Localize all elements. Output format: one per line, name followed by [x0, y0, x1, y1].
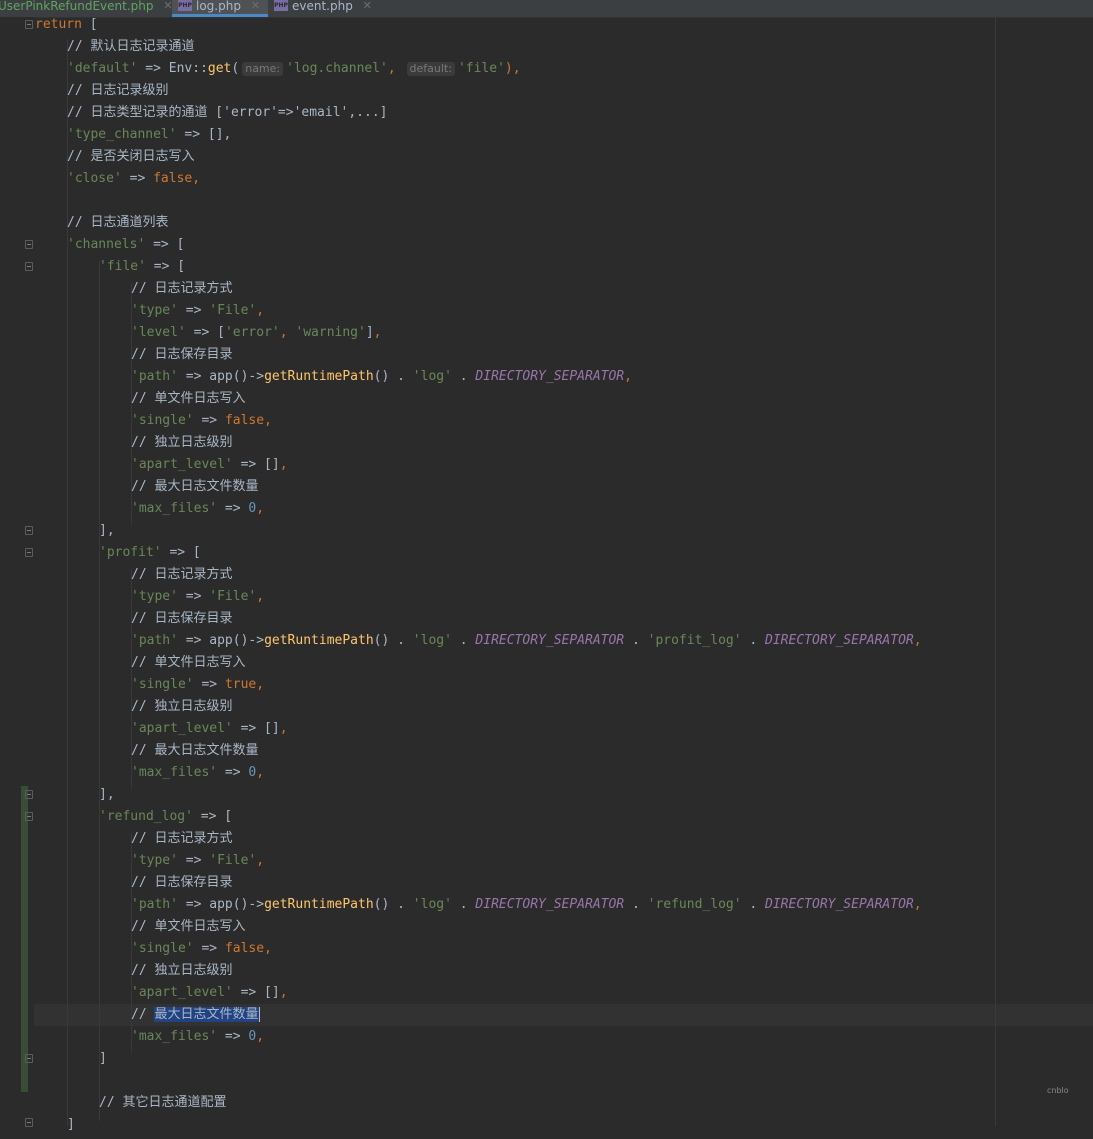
code-line: // 是否关闭日志写入 — [67, 149, 195, 164]
code-line: 'max_files' => 0, — [131, 1029, 265, 1044]
code-line: ], — [99, 787, 115, 802]
text-caret — [258, 1007, 260, 1022]
code-line: 'apart_level' => [], — [131, 457, 288, 472]
code-line: 'type_channel' => [], — [67, 127, 232, 142]
close-icon[interactable]: ✕ — [363, 0, 372, 12]
code-line: 'single' => false, — [131, 941, 272, 956]
code-line: 'path' => app()->getRuntimePath() . 'log… — [131, 369, 632, 384]
code-line: // 单文件日志写入 — [131, 391, 246, 406]
code-line: // 日志类型记录的通道 ['error'=>'email',...] — [67, 105, 388, 120]
code-line: // 独立日志级别 — [131, 699, 233, 714]
code-line: // 日志保存目录 — [131, 611, 233, 626]
code-line: 'path' => app()->getRuntimePath() . 'log… — [131, 633, 922, 648]
code-line: ], — [99, 523, 115, 538]
editor-gutter — [0, 17, 34, 1127]
editor-tab-bar: UserPinkRefundEvent.php ✕ PHP log.php ✕ P… — [0, 0, 1093, 18]
fold-icon[interactable] — [25, 812, 33, 821]
code-line: // 日志记录方式 — [131, 831, 233, 846]
php-file-icon: PHP — [274, 0, 288, 11]
code-line: // 独立日志级别 — [131, 963, 233, 978]
code-line: // 日志记录方式 — [131, 281, 233, 296]
indent-guide — [67, 39, 68, 1126]
code-line: 'refund_log' => [ — [99, 809, 233, 824]
watermark-text: cnblo — [1047, 1086, 1069, 1095]
code-line: // 日志记录方式 — [131, 567, 233, 582]
code-line: 'path' => app()->getRuntimePath() . 'log… — [131, 897, 922, 912]
vcs-change-marker — [21, 786, 28, 1072]
code-line: 'close' => false, — [67, 171, 201, 186]
code-line: // 默认日志记录通道 — [67, 39, 195, 54]
code-line-current: // 最大日志文件数量 — [131, 1007, 260, 1022]
code-line: 'channels' => [ — [67, 237, 185, 252]
code-line: 'default' => Env::get(name:'log.channel'… — [67, 61, 521, 76]
code-line: 'single' => false, — [131, 413, 272, 428]
code-line: // 最大日志文件数量 — [131, 743, 259, 758]
code-line: // 日志通道列表 — [67, 215, 169, 230]
parameter-hint: name: — [242, 62, 284, 76]
tab-label: UserPinkRefundEvent.php — [0, 0, 154, 13]
fold-icon[interactable] — [25, 1054, 33, 1063]
tab-label: event.php — [292, 0, 353, 13]
tab-log-php[interactable]: PHP log.php ✕ — [172, 0, 268, 17]
fold-icon[interactable] — [25, 526, 33, 535]
code-line: return [ — [35, 17, 98, 32]
code-line: 'max_files' => 0, — [131, 765, 265, 780]
indent-guide — [99, 261, 100, 1121]
fold-icon[interactable] — [25, 790, 33, 799]
code-line: 'type' => 'File', — [131, 589, 265, 604]
code-editor[interactable]: return [ // 默认日志记录通道 'default' => Env::g… — [0, 17, 1093, 1132]
code-line: 'single' => true, — [131, 677, 265, 692]
code-line: 'file' => [ — [99, 259, 186, 274]
tab-userpinkrefundevent[interactable]: UserPinkRefundEvent.php ✕ — [0, 0, 173, 17]
code-line: 'apart_level' => [], — [131, 985, 288, 1000]
code-line: // 单文件日志写入 — [131, 919, 246, 934]
right-margin-guide — [995, 17, 996, 1126]
code-line: // 日志保存目录 — [131, 875, 233, 890]
code-line: 'max_files' => 0, — [131, 501, 265, 516]
text-selection: 最大日志文件数量 — [154, 1007, 259, 1022]
code-line: 'profit' => [ — [99, 545, 201, 560]
code-line: 'type' => 'File', — [131, 853, 265, 868]
code-line: // 其它日志通道配置 — [99, 1095, 227, 1110]
code-line: // 日志保存目录 — [131, 347, 233, 362]
code-line: // 单文件日志写入 — [131, 655, 246, 670]
php-file-icon: PHP — [178, 0, 192, 11]
tab-event-php[interactable]: PHP event.php ✕ — [274, 0, 372, 17]
code-line: 'type' => 'File', — [131, 303, 265, 318]
parameter-hint: default: — [406, 62, 455, 76]
fold-icon[interactable] — [25, 262, 33, 271]
code-line: // 日志记录级别 — [67, 83, 169, 98]
code-line: ] — [99, 1051, 107, 1066]
code-line: // 独立日志级别 — [131, 435, 233, 450]
close-icon[interactable]: ✕ — [251, 0, 260, 12]
code-line: // 最大日志文件数量 — [131, 479, 259, 494]
code-line: ] — [67, 1117, 75, 1132]
fold-icon[interactable] — [25, 240, 33, 249]
fold-icon[interactable] — [25, 548, 33, 557]
fold-icon[interactable] — [25, 20, 33, 29]
code-line: 'apart_level' => [], — [131, 721, 288, 736]
vcs-change-marker — [21, 1070, 28, 1092]
tab-label: log.php — [196, 0, 241, 13]
code-line: 'level' => ['error', 'warning'], — [131, 325, 382, 340]
